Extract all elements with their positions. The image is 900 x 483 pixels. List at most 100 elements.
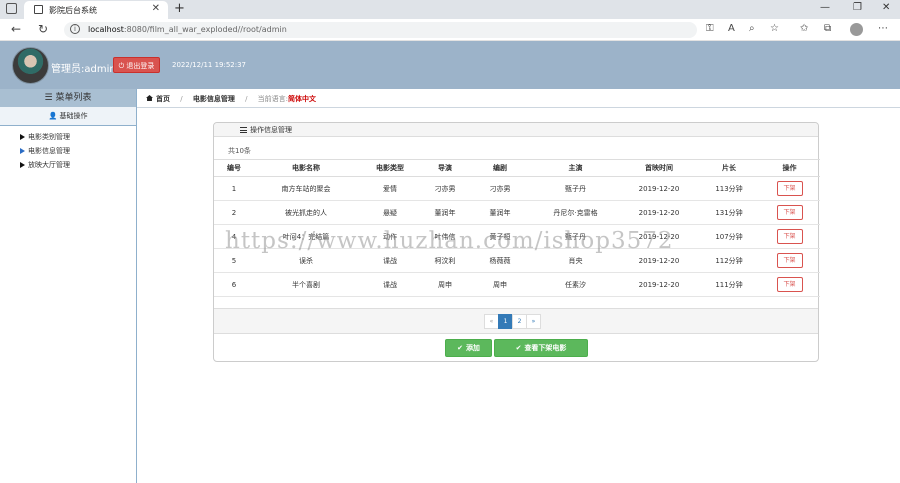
minimize-icon[interactable]: — bbox=[820, 2, 830, 13]
new-tab-button[interactable]: + bbox=[174, 1, 185, 16]
pagination-page-2[interactable]: 2 bbox=[512, 314, 527, 329]
sidebar-item-hall[interactable]: 放映大厅管理 bbox=[0, 158, 136, 172]
cell-type: 谍战 bbox=[358, 272, 422, 297]
caret-right-icon bbox=[20, 148, 25, 154]
language-value[interactable]: 简体中文 bbox=[288, 95, 316, 103]
view-offline-button[interactable]: ✔ 查看下架电影 bbox=[494, 339, 588, 357]
offline-button[interactable]: 下架 bbox=[776, 205, 803, 220]
zoom-icon[interactable]: ⌕ bbox=[749, 23, 755, 34]
pagination-next[interactable]: » bbox=[526, 314, 541, 329]
cell-date: 2019-12-20 bbox=[619, 176, 699, 201]
user-icon: 👤 bbox=[48, 112, 58, 120]
cell-op: 下架 bbox=[759, 200, 820, 225]
cell-op: 下架 bbox=[759, 176, 820, 201]
cell-length: 107分钟 bbox=[699, 224, 759, 249]
back-arrow-icon[interactable]: ← bbox=[11, 22, 21, 36]
window-close-icon[interactable]: ✕ bbox=[882, 2, 890, 13]
breadcrumb-home[interactable]: 首页 bbox=[156, 95, 170, 103]
sidebar-item-label: 电影信息管理 bbox=[28, 147, 70, 155]
cell-type: 悬疑 bbox=[358, 200, 422, 225]
sidebar-item-label: 电影类别管理 bbox=[28, 133, 70, 141]
sidebar: ☰ 菜单列表 👤 基础操作 电影类别管理 电影信息管理 放映大厅管理 bbox=[0, 89, 137, 483]
cell-name: 被光抓走的人 bbox=[254, 200, 358, 225]
cell-id: 1 bbox=[214, 176, 254, 201]
cell-writer: 刁亦男 bbox=[468, 176, 532, 201]
breadcrumb-separator: / bbox=[245, 95, 248, 103]
browser-tab-bar: 影院后台系统 ✕ + — ❐ ✕ bbox=[0, 0, 900, 19]
home-icon bbox=[146, 95, 153, 101]
pagination-prev[interactable]: « bbox=[484, 314, 499, 329]
cell-actor: 丹尼尔·克雷格 bbox=[532, 200, 619, 225]
column-header: 编剧 bbox=[468, 159, 532, 177]
favorites-icon[interactable]: ✩ bbox=[800, 23, 808, 34]
site-info-icon[interactable]: i bbox=[70, 24, 80, 34]
profile-avatar-icon[interactable] bbox=[850, 23, 863, 36]
address-bar[interactable]: i localhost:8080/film_all_war_exploded//… bbox=[64, 22, 697, 38]
app-header: 管理员:admin ⏻ 退出登录 2022/12/11 19:52:37 bbox=[0, 41, 900, 89]
cell-length: 113分钟 bbox=[699, 176, 759, 201]
cell-director: 董润年 bbox=[422, 200, 468, 225]
table-header-row: 编号 电影名称 电影类型 导演 编剧 主演 首映时间 片长 操作 bbox=[214, 159, 820, 177]
more-menu-icon[interactable]: ⋯ bbox=[878, 23, 888, 34]
breadcrumb-divider bbox=[137, 107, 900, 108]
read-aloud-icon[interactable]: A bbox=[728, 23, 735, 34]
admin-label: 管理员:admin bbox=[51, 64, 116, 75]
add-button[interactable]: ✔ 添加 bbox=[445, 339, 492, 357]
tab-actions-icon[interactable] bbox=[6, 3, 17, 14]
cell-op: 下架 bbox=[759, 272, 820, 297]
offline-button[interactable]: 下架 bbox=[776, 253, 803, 268]
cell-op: 下架 bbox=[759, 248, 820, 273]
cell-name: 半个喜剧 bbox=[254, 272, 358, 297]
maximize-icon[interactable]: ❐ bbox=[853, 2, 862, 13]
menu-group-label: 基础操作 bbox=[59, 112, 88, 120]
column-header: 首映时间 bbox=[619, 159, 699, 177]
cell-name: 南方车站的聚会 bbox=[254, 176, 358, 201]
sidebar-item-film-info[interactable]: 电影信息管理 bbox=[0, 144, 136, 158]
breadcrumb-separator: / bbox=[180, 95, 183, 103]
cell-writer: 董润年 bbox=[468, 200, 532, 225]
offline-button[interactable]: 下架 bbox=[776, 277, 803, 292]
menu-group-basic[interactable]: 👤 基础操作 bbox=[0, 107, 136, 126]
cell-length: 112分钟 bbox=[699, 248, 759, 273]
header-time: 2022/12/11 19:52:37 bbox=[172, 61, 247, 69]
cell-actor: 任素汐 bbox=[532, 272, 619, 297]
cell-type: 爱情 bbox=[358, 176, 422, 201]
favorite-star-icon[interactable]: ☆ bbox=[770, 23, 779, 34]
pagination-page-1[interactable]: 1 bbox=[498, 314, 513, 329]
page-favicon-icon bbox=[34, 5, 43, 14]
tab-title: 影院后台系统 bbox=[49, 6, 97, 15]
url-host: localhost bbox=[88, 25, 124, 34]
key-icon[interactable]: ⚿ bbox=[706, 23, 714, 34]
caret-right-icon bbox=[20, 134, 25, 140]
offline-button[interactable]: 下架 bbox=[776, 181, 803, 196]
pagination: « 1 2 » bbox=[484, 314, 541, 329]
collections-icon[interactable]: ⧉ bbox=[824, 23, 831, 34]
caret-right-icon bbox=[20, 162, 25, 168]
watermark: https://www.huzhan.com/ishop3572 bbox=[225, 228, 674, 254]
column-header: 电影类型 bbox=[358, 159, 422, 177]
record-count: 共10条 bbox=[228, 147, 251, 155]
check-icon: ✔ bbox=[457, 344, 463, 352]
logout-button[interactable]: ⏻ 退出登录 bbox=[113, 57, 160, 73]
refresh-icon[interactable]: ↻ bbox=[38, 22, 48, 36]
cell-director: 刁亦男 bbox=[422, 176, 468, 201]
panel-header: 操作信息管理 bbox=[214, 123, 818, 137]
cell-length: 111分钟 bbox=[699, 272, 759, 297]
menu-list: 电影类别管理 电影信息管理 放映大厅管理 bbox=[0, 126, 136, 172]
menu-title: ☰ 菜单列表 bbox=[0, 89, 136, 107]
offline-button[interactable]: 下架 bbox=[776, 229, 803, 244]
column-header: 片长 bbox=[699, 159, 759, 177]
view-offline-label: 查看下架电影 bbox=[524, 344, 567, 352]
panel-title: 操作信息管理 bbox=[250, 126, 292, 134]
table-row: 6 半个喜剧 谍战 周申 周申 任素汐 2019-12-20 111分钟 下架 bbox=[214, 272, 820, 297]
cell-id: 2 bbox=[214, 200, 254, 225]
sidebar-item-category[interactable]: 电影类别管理 bbox=[0, 130, 136, 144]
address-url[interactable]: localhost:8080/film_all_war_exploded//ro… bbox=[88, 25, 287, 34]
browser-tab[interactable]: 影院后台系统 ✕ bbox=[24, 1, 168, 19]
tab-close-icon[interactable]: ✕ bbox=[152, 3, 160, 14]
cell-actor: 甄子丹 bbox=[532, 176, 619, 201]
cell-id: 6 bbox=[214, 272, 254, 297]
list-icon bbox=[240, 127, 247, 133]
add-button-label: 添加 bbox=[465, 344, 480, 352]
cell-date: 2019-12-20 bbox=[619, 272, 699, 297]
